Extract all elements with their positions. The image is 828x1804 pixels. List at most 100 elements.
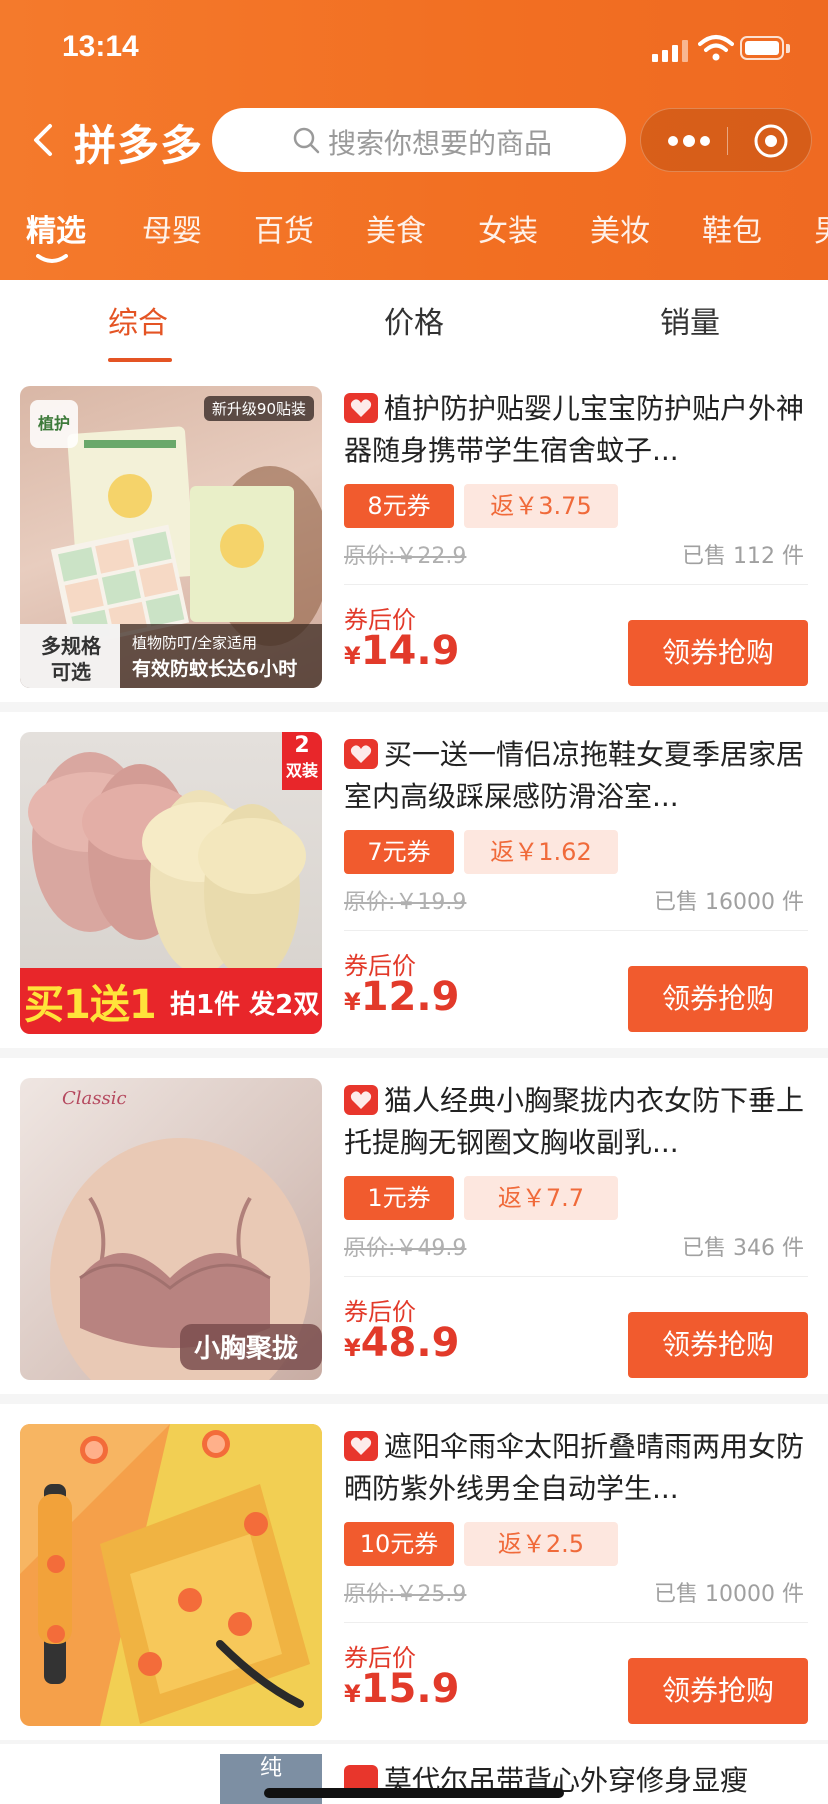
- final-price: ¥14.9: [344, 628, 459, 674]
- pair-badge: 2 双装: [282, 732, 322, 790]
- close-miniapp-icon[interactable]: [753, 123, 789, 159]
- pdd-heart-icon: [344, 393, 378, 423]
- price-value: 48.9: [360, 1320, 460, 1366]
- product-card[interactable]: 遮阳伞雨伞太阳折叠晴雨两用女防晒防紫外线男全自动学生... 10元券 返￥2.5…: [0, 1404, 828, 1740]
- search-placeholder: 搜索你想要的商品: [328, 127, 553, 160]
- final-price: ¥15.9: [344, 1666, 459, 1712]
- product-card[interactable]: 2 双装 买1送1 拍1件 发2双 买一送一情侣凉拖鞋女夏季居家居室内高级踩屎感…: [0, 712, 828, 1048]
- divider: [344, 1276, 808, 1277]
- capsule-divider: [727, 127, 728, 155]
- category-tab[interactable]: 百货: [254, 206, 314, 250]
- product-title-text: 买一送一情侣凉拖鞋女夏季居家居室内高级踩屎感防滑浴室...: [344, 738, 804, 813]
- category-tab[interactable]: 男: [814, 206, 828, 250]
- back-arrow-icon[interactable]: [28, 120, 62, 160]
- sort-tab-sales[interactable]: 销量: [660, 298, 720, 342]
- buy-button[interactable]: 领券抢购: [628, 1312, 808, 1378]
- product-card[interactable]: 植护 新升级90贴装 多规格 可选 植物防叮/全家适用 有效防蚊长达6小时 植护…: [0, 366, 828, 702]
- price-value: 15.9: [360, 1666, 460, 1712]
- sort-tab-price[interactable]: 价格: [384, 298, 444, 342]
- final-price: ¥12.9: [344, 974, 459, 1020]
- sold-count: 已售 10000 件: [654, 1582, 804, 1607]
- final-price: ¥48.9: [344, 1320, 459, 1366]
- more-dots-icon[interactable]: [667, 131, 711, 151]
- product-title[interactable]: 猫人经典小胸聚拢内衣女防下垂上托提胸无钢圈文胸收副乳...: [344, 1080, 804, 1164]
- pdd-heart-icon: [344, 739, 378, 769]
- buy-button[interactable]: 领券抢购: [628, 620, 808, 686]
- category-tabs: 精选 母婴 百货 美食 女装 美妆 鞋包 男: [0, 206, 828, 266]
- buy-button[interactable]: 领券抢购: [628, 966, 808, 1032]
- product-title[interactable]: 植护防护贴婴儿宝宝防护贴户外神器随身携带学生宿舍蚊子...: [344, 388, 804, 472]
- currency-symbol: ¥: [344, 988, 361, 1016]
- product-title-text: 植护防护贴婴儿宝宝防护贴户外神器随身携带学生宿舍蚊子...: [344, 392, 804, 467]
- nav-bar: 拼多多 搜索你想要的商品: [0, 104, 828, 176]
- sold-count: 已售 346 件: [682, 1236, 804, 1261]
- battery-icon: [740, 36, 790, 62]
- pdd-heart-icon: [344, 1431, 378, 1461]
- home-indicator: [264, 1788, 564, 1798]
- miniapp-capsule: [640, 108, 812, 172]
- promo-banner-big: 买1送1: [24, 982, 157, 1028]
- coupon-badge: 8元券: [344, 484, 454, 528]
- product-image[interactable]: Classic 小胸聚拢: [20, 1078, 322, 1380]
- original-price: 原价:￥25.9: [344, 1582, 467, 1607]
- currency-symbol: ¥: [344, 1334, 361, 1362]
- sort-active-indicator: [108, 358, 172, 362]
- sold-count: 已售 16000 件: [654, 890, 804, 915]
- original-price: 原价:￥22.9: [344, 544, 467, 569]
- product-image[interactable]: [20, 1424, 322, 1726]
- pair-badge-number: 2: [294, 733, 310, 758]
- category-tab[interactable]: 鞋包: [702, 206, 762, 250]
- image-caption-1: 植物防叮/全家适用: [132, 634, 258, 652]
- image-caption-2: 有效防蚊长达6小时: [132, 658, 298, 680]
- currency-symbol: ¥: [344, 642, 361, 670]
- category-tab[interactable]: 美食: [366, 206, 426, 250]
- rebate-badge: 返￥3.75: [464, 484, 618, 528]
- product-title[interactable]: 遮阳伞雨伞太阳折叠晴雨两用女防晒防紫外线男全自动学生...: [344, 1426, 804, 1510]
- original-price: 原价:￥19.9: [344, 890, 467, 915]
- coupon-badge: 7元券: [344, 830, 454, 874]
- product-title[interactable]: 买一送一情侣凉拖鞋女夏季居家居室内高级踩屎感防滑浴室...: [344, 734, 804, 818]
- price-value: 12.9: [360, 974, 460, 1020]
- coupon-badge: 10元券: [344, 1522, 454, 1566]
- image-tag-bottom: 可选: [51, 660, 91, 684]
- divider: [344, 584, 808, 585]
- category-tab[interactable]: 母婴: [142, 206, 202, 250]
- status-bar: 13:14: [0, 0, 828, 100]
- category-tab[interactable]: 美妆: [590, 206, 650, 250]
- status-time: 13:14: [62, 30, 139, 63]
- sort-tab-comprehensive[interactable]: 综合: [108, 298, 168, 342]
- image-badge: 新升级90贴装: [203, 396, 314, 421]
- product-title-text: 猫人经典小胸聚拢内衣女防下垂上托提胸无钢圈文胸收副乳...: [344, 1084, 804, 1159]
- price-value: 14.9: [360, 628, 460, 674]
- active-tab-indicator: [36, 254, 68, 263]
- category-tab[interactable]: 精选: [26, 206, 86, 250]
- search-icon: [293, 127, 320, 154]
- product-image[interactable]: 2 双装 买1送1 拍1件 发2双: [20, 732, 322, 1034]
- rebate-badge: 返￥7.7: [464, 1176, 618, 1220]
- buy-button[interactable]: 领券抢购: [628, 1658, 808, 1724]
- brand-logo-text: Classic: [62, 1088, 127, 1109]
- thumb-text: 纯: [259, 1756, 282, 1781]
- product-card-partial[interactable]: 纯 莫代尔吊带背心外穿修身显瘦: [0, 1744, 828, 1804]
- pair-badge-text: 双装: [285, 761, 318, 780]
- image-tag-top: 多规格: [41, 634, 101, 658]
- pdd-heart-icon: [344, 1085, 378, 1115]
- brand-tag: 植护: [30, 400, 78, 448]
- divider: [344, 1622, 808, 1623]
- brand-logo: 拼多多: [74, 121, 204, 170]
- sold-count: 已售 112 件: [682, 544, 804, 569]
- product-card[interactable]: Classic 小胸聚拢 猫人经典小胸聚拢内衣女防下垂上托提胸无钢圈文胸收副乳.…: [0, 1058, 828, 1394]
- currency-symbol: ¥: [344, 1680, 361, 1708]
- wifi-icon: [698, 35, 734, 61]
- app-header: 13:14 拼多多 搜索你想要的商品 精选 母婴 百货 美食 女装 美妆 鞋包: [0, 0, 828, 280]
- rebate-badge: 返￥2.5: [464, 1522, 618, 1566]
- category-tab[interactable]: 女装: [478, 206, 538, 250]
- promo-banner-small: 拍1件 发2双: [170, 990, 320, 1020]
- product-title-text: 遮阳伞雨伞太阳折叠晴雨两用女防晒防紫外线男全自动学生...: [344, 1430, 804, 1505]
- search-input[interactable]: 搜索你想要的商品: [212, 108, 626, 172]
- product-image[interactable]: 植护 新升级90贴装 多规格 可选 植物防叮/全家适用 有效防蚊长达6小时: [20, 386, 322, 688]
- divider: [344, 930, 808, 931]
- image-tag: 小胸聚拢: [194, 1334, 299, 1364]
- original-price: 原价:￥49.9: [344, 1236, 467, 1261]
- cellular-signal-icon: [652, 40, 690, 62]
